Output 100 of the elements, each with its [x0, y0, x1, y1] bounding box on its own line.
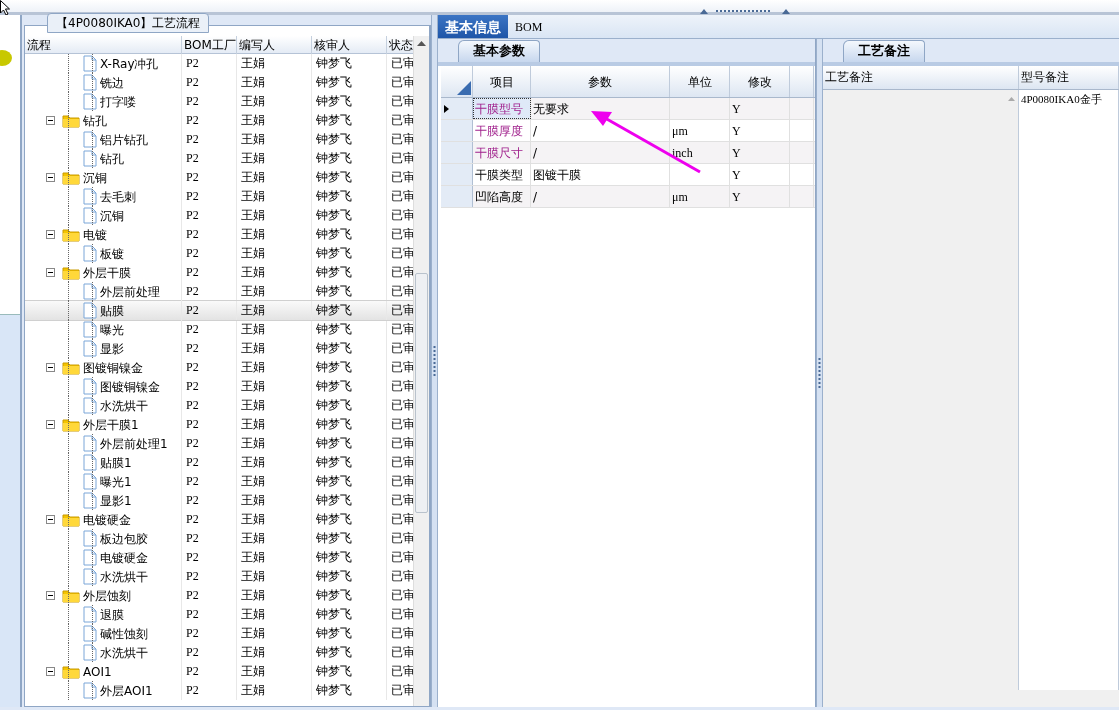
value-cell[interactable]: /: [531, 186, 670, 207]
table-cell: 王娟: [237, 92, 312, 111]
step-name[interactable]: 显影1: [100, 494, 132, 507]
scrollbar[interactable]: [413, 36, 430, 706]
item-cell[interactable]: 干膜类型: [473, 164, 531, 185]
group-name[interactable]: 电镀: [83, 228, 107, 241]
table-cell: P2: [182, 491, 237, 510]
splitter-grip-icon[interactable]: [700, 8, 790, 15]
collapse-icon[interactable]: [46, 591, 55, 600]
column-header[interactable]: 参数: [531, 66, 670, 97]
step-name[interactable]: 显影: [100, 342, 124, 355]
group-name[interactable]: AOI1: [83, 665, 112, 678]
panel-tab[interactable]: 工艺备注: [843, 40, 925, 62]
table-cell: P2: [182, 206, 237, 225]
item-cell[interactable]: 凹陷高度: [473, 186, 531, 207]
group-name[interactable]: 图镀铜镍金: [83, 361, 143, 374]
table-cell: P2: [182, 415, 237, 434]
step-name[interactable]: 水洗烘干: [100, 399, 148, 412]
step-name[interactable]: 板镀: [100, 247, 124, 260]
collapse-icon[interactable]: [46, 420, 55, 429]
folder-icon: [62, 170, 80, 185]
tab[interactable]: 基本信息: [438, 15, 508, 38]
table-cell: 钟梦飞: [312, 244, 387, 263]
collapse-icon[interactable]: [46, 268, 55, 277]
collapse-icon[interactable]: [46, 363, 55, 372]
row-header[interactable]: [441, 98, 473, 119]
group-name[interactable]: 沉铜: [83, 171, 107, 184]
modify-cell: Y: [730, 186, 790, 207]
folder-icon: [62, 417, 80, 432]
table-cell: 钟梦飞: [312, 263, 387, 282]
collapse-icon[interactable]: [46, 116, 55, 125]
scroll-up-icon[interactable]: [415, 39, 429, 47]
table-cell: 钟梦飞: [312, 301, 387, 320]
item-cell[interactable]: 干膜尺寸: [473, 142, 531, 163]
table-cell: P2: [182, 130, 237, 149]
column-header[interactable]: 项目: [473, 66, 531, 97]
step-name[interactable]: 铣边: [100, 76, 124, 89]
step-name[interactable]: 碱性蚀刻: [100, 627, 148, 640]
column-header[interactable]: 单位: [670, 66, 730, 97]
scrollbar-thumb[interactable]: [415, 273, 429, 513]
model-note-text: 4P0080IKA0金手: [1020, 92, 1103, 107]
collapse-icon[interactable]: [46, 230, 55, 239]
column-header[interactable]: 编写人: [237, 36, 312, 54]
column-header[interactable]: 型号备注: [1019, 66, 1119, 89]
table-cell: 钟梦飞: [312, 320, 387, 339]
table-cell: 钟梦飞: [312, 168, 387, 187]
table-cell: P2: [182, 624, 237, 643]
step-name[interactable]: 外层前处理1: [100, 437, 168, 450]
column-header[interactable]: 修改: [730, 66, 790, 97]
group-name[interactable]: 外层干膜1: [83, 418, 139, 431]
collapse-icon[interactable]: [46, 667, 55, 676]
item-cell[interactable]: 干膜型号: [473, 98, 531, 119]
group-name[interactable]: 钻孔: [83, 114, 107, 127]
group-name[interactable]: 电镀硬金: [83, 513, 131, 526]
collapse-icon[interactable]: [46, 173, 55, 182]
column-header[interactable]: 核审人: [312, 36, 387, 54]
group-name[interactable]: 外层干膜: [83, 266, 131, 279]
step-name[interactable]: 电镀硬金: [100, 551, 148, 564]
table-cell: 钟梦飞: [312, 206, 387, 225]
collapse-icon[interactable]: [46, 515, 55, 524]
panel-tab[interactable]: 基本参数: [458, 40, 540, 62]
table-cell: P2: [182, 149, 237, 168]
step-name[interactable]: 板边包胶: [100, 532, 148, 545]
item-cell[interactable]: 干膜厚度: [473, 120, 531, 141]
table-cell: 王娟: [237, 377, 312, 396]
column-header[interactable]: 工艺备注: [823, 66, 1019, 89]
step-name[interactable]: X-Ray冲孔: [100, 57, 159, 70]
step-name[interactable]: 水洗烘干: [100, 570, 148, 583]
step-name[interactable]: 贴膜: [100, 304, 124, 317]
folder-icon: [62, 227, 80, 242]
group-name[interactable]: 外层蚀刻: [83, 589, 131, 602]
step-name[interactable]: 水洗烘干: [100, 646, 148, 659]
table-cell: P2: [182, 567, 237, 586]
step-name[interactable]: 退膜: [100, 608, 124, 621]
splitter-grip-icon[interactable]: [433, 346, 437, 376]
table-cell: 钟梦飞: [312, 358, 387, 377]
step-name[interactable]: 打字喽: [100, 95, 136, 108]
splitter-grip-icon[interactable]: [818, 358, 821, 388]
step-name[interactable]: 钻孔: [100, 152, 124, 165]
value-cell[interactable]: /: [531, 142, 670, 163]
step-name[interactable]: 图镀铜镍金: [100, 380, 160, 393]
folder-icon: [62, 588, 80, 603]
table-cell: 王娟: [237, 301, 312, 320]
column-header[interactable]: BOM工厂: [182, 36, 237, 54]
step-name[interactable]: 去毛刺: [100, 190, 136, 203]
value-cell[interactable]: 图镀干膜: [531, 164, 670, 185]
step-name[interactable]: 曝光: [100, 323, 124, 336]
step-name[interactable]: 曝光1: [100, 475, 132, 488]
table-cell: P2: [182, 320, 237, 339]
table-cell: P2: [182, 168, 237, 187]
column-header[interactable]: 流程: [25, 36, 182, 54]
tab[interactable]: BOM: [508, 15, 550, 38]
step-name[interactable]: 沉铜: [100, 209, 124, 222]
step-name[interactable]: 外层前处理: [100, 285, 160, 298]
table-cell: P2: [182, 548, 237, 567]
step-name[interactable]: 外层AOI1: [100, 684, 153, 697]
step-name[interactable]: 贴膜1: [100, 456, 132, 469]
step-name[interactable]: 铝片钻孔: [100, 133, 148, 146]
table-cell: P2: [182, 529, 237, 548]
table-cell: P2: [182, 605, 237, 624]
